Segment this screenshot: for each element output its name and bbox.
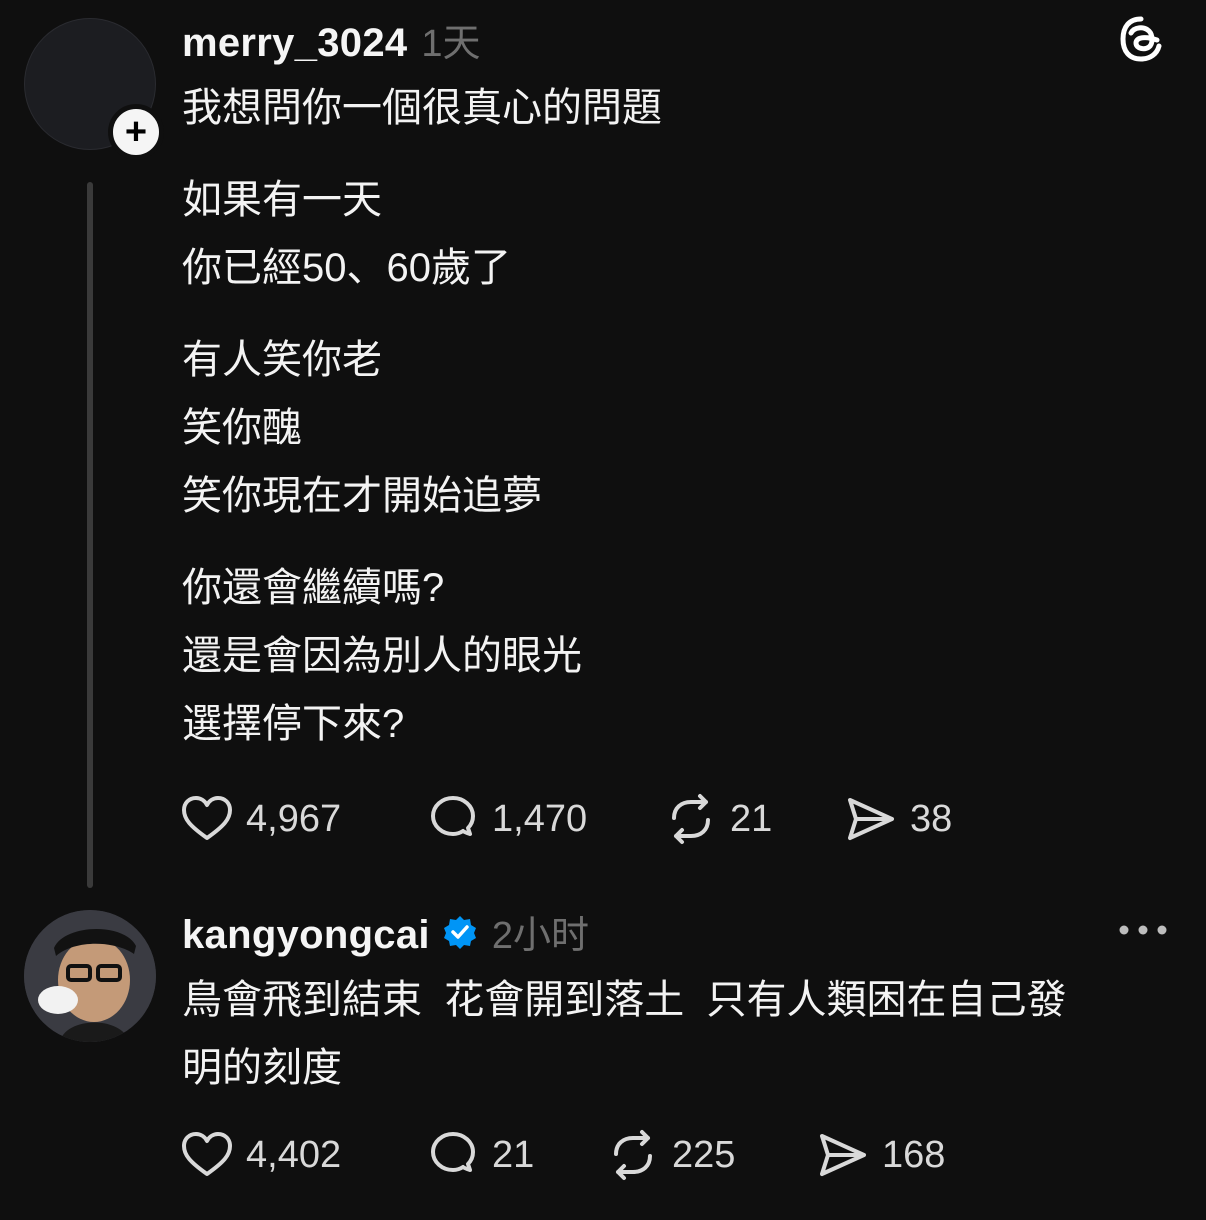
like-count: 4,402 [246, 1133, 342, 1176]
comment-icon [431, 796, 475, 836]
share-count: 38 [910, 797, 953, 840]
share-button[interactable]: 38 [844, 792, 952, 846]
post-body: 鳥會飛到結束 花會開到落土 只有人類困在自己發 明的刻度 [182, 966, 1182, 1102]
more-icon[interactable] [1118, 920, 1168, 940]
text-line: 笑你現在才開始追夢 [182, 474, 542, 518]
heart-icon [182, 1132, 232, 1176]
follow-plus-icon[interactable]: + [108, 104, 164, 160]
timestamp: 2小时 [491, 915, 589, 957]
like-count: 4,967 [246, 797, 342, 840]
like-button[interactable]: 4,402 [180, 1128, 426, 1182]
text-line: 我想問你一個很真心的問題 [182, 86, 662, 130]
text-line: 你還會繼續嗎? [182, 566, 445, 610]
share-count: 168 [882, 1133, 946, 1176]
text-line: 笑你醜 [182, 406, 302, 450]
timestamp: 1天 [421, 23, 481, 65]
repost-button[interactable]: 21 [664, 792, 844, 846]
text-line: 你已經50、60歲了 [182, 246, 511, 290]
text-line: 鳥會飛到結束 花會開到落土 只有人類困在自己發 [182, 978, 1067, 1022]
username[interactable]: merry_3024 [182, 21, 407, 66]
repost-icon [614, 1130, 652, 1180]
comment-icon [431, 1132, 475, 1172]
username[interactable]: kangyongcai [182, 913, 430, 958]
heart-icon [182, 796, 232, 840]
text-line: 明的刻度 [182, 1046, 342, 1090]
text-line: 選擇停下來? [182, 702, 405, 746]
repost-count: 225 [672, 1133, 736, 1176]
share-button[interactable]: 168 [816, 1128, 945, 1182]
text-line: 如果有一天 [182, 178, 382, 222]
threads-logo-icon[interactable] [1116, 14, 1166, 64]
repost-button[interactable]: 225 [606, 1128, 816, 1182]
action-bar: 4,967 1,470 21 38 [180, 792, 952, 846]
comment-button[interactable]: 1,470 [426, 792, 664, 846]
share-icon [848, 798, 894, 840]
comment-button[interactable]: 21 [426, 1128, 606, 1182]
comment-count: 1,470 [492, 797, 588, 840]
comment-count: 21 [492, 1133, 535, 1176]
profile-photo [24, 910, 156, 1042]
post-header: merry_3024 1天 [182, 12, 481, 67]
post-header: kangyongcai 2小时 [182, 904, 589, 959]
verified-badge-icon [443, 915, 476, 949]
repost-icon [672, 794, 710, 844]
post-body: 我想問你一個很真心的問題 如果有一天 你已經50、60歲了 有人笑你老 笑你醜 … [182, 74, 662, 758]
share-icon [820, 1134, 866, 1176]
avatar[interactable] [24, 910, 156, 1042]
text-line: 還是會因為別人的眼光 [182, 634, 582, 678]
text-line: 有人笑你老 [182, 338, 382, 382]
repost-count: 21 [730, 797, 773, 840]
like-button[interactable]: 4,967 [180, 792, 426, 846]
thread-line [87, 182, 93, 888]
action-bar: 4,402 21 225 168 [180, 1128, 945, 1182]
